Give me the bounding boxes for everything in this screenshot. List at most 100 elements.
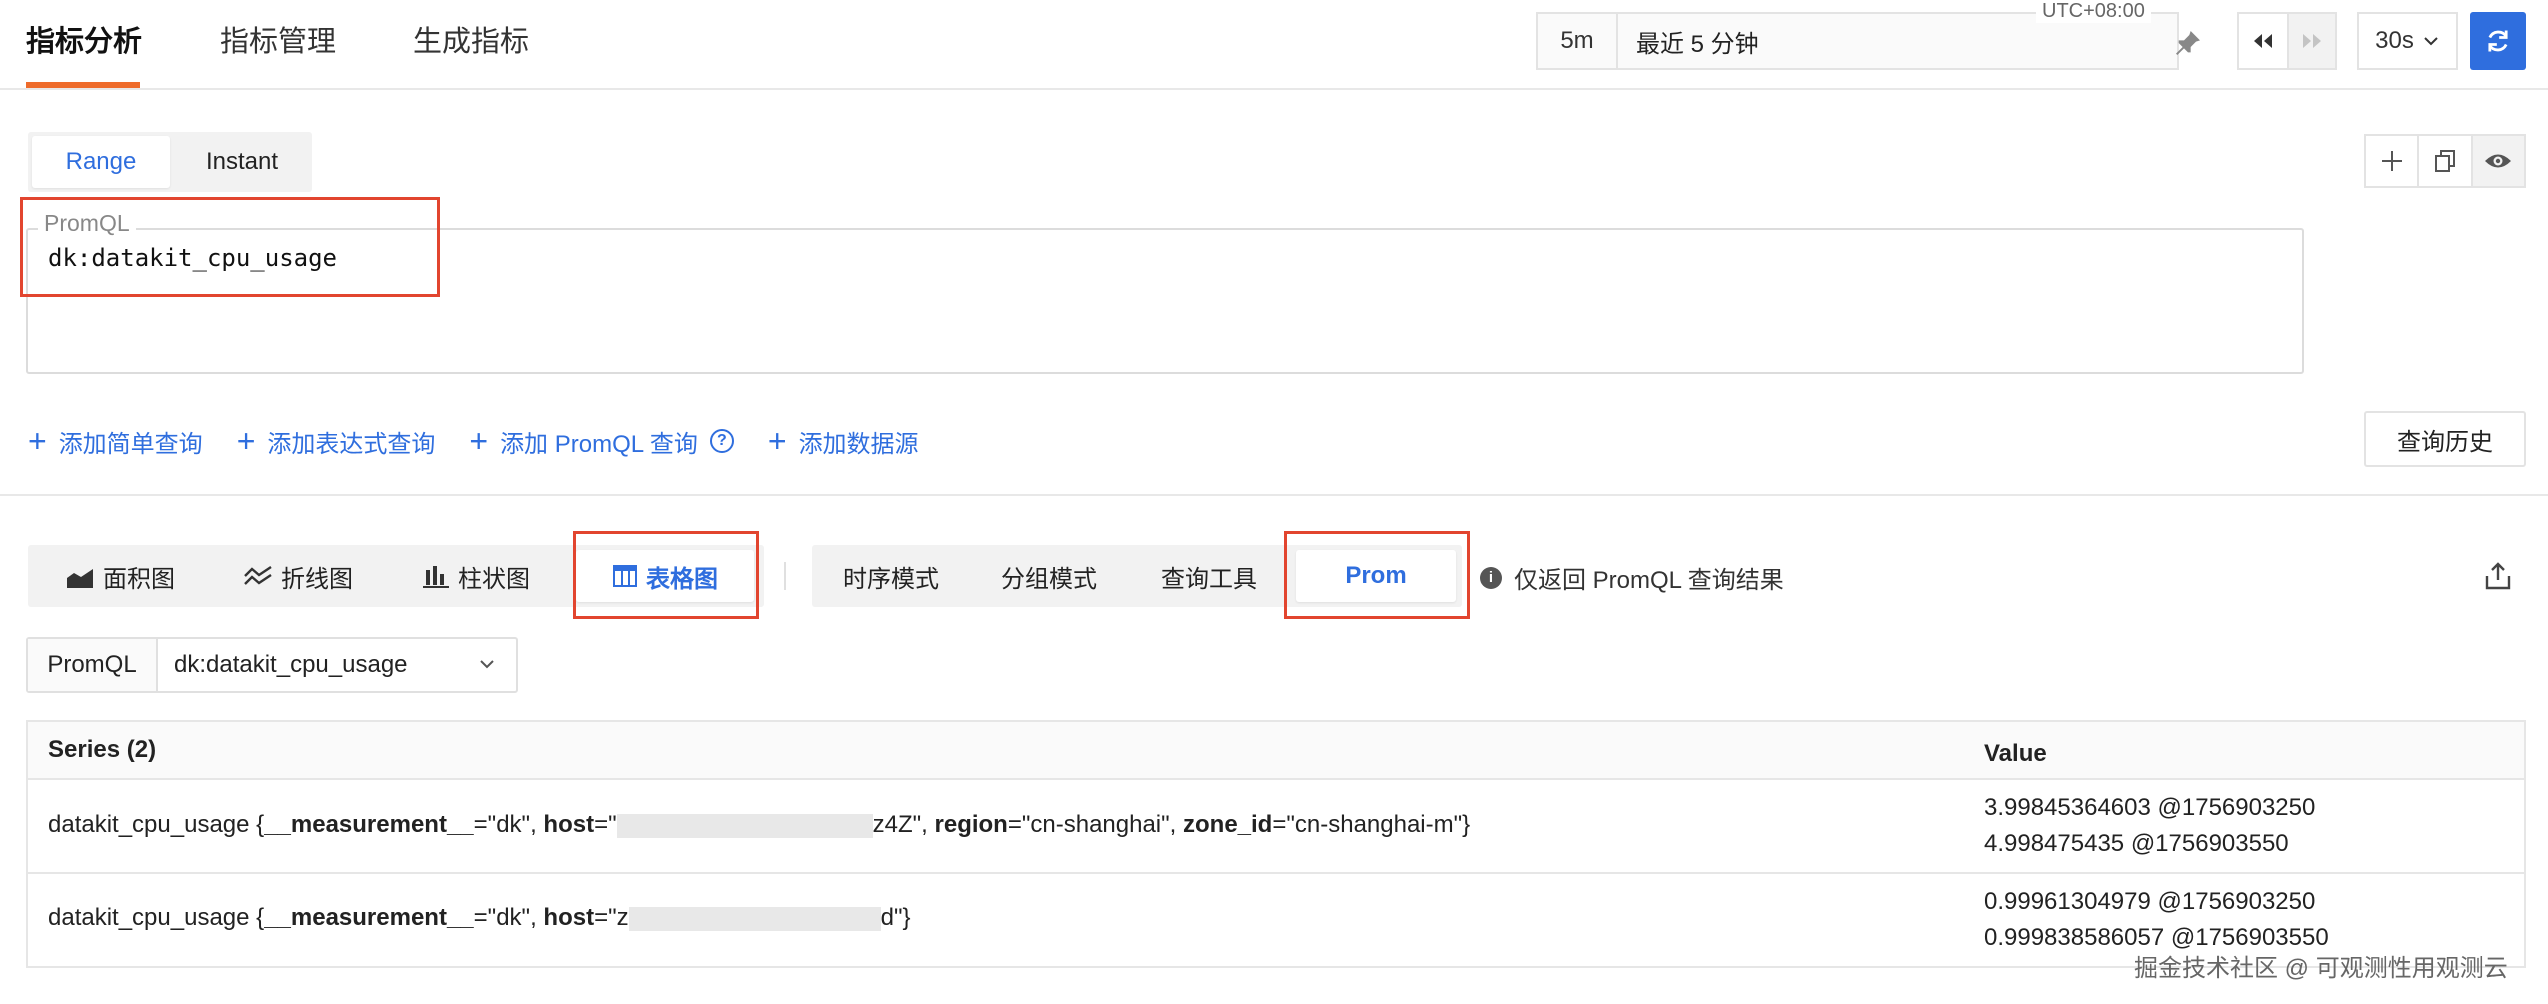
- time-range-description[interactable]: 最近 5 分钟: [1636, 14, 1759, 68]
- tab-generate-metric[interactable]: 生成指标: [413, 18, 529, 60]
- chevron-down-icon: [2424, 37, 2438, 46]
- metric-name: datakit_cpu_usage: [48, 811, 250, 838]
- query-history-button[interactable]: 查询历史: [2364, 411, 2526, 467]
- series-cell: datakit_cpu_usage {__measurement__="dk",…: [48, 904, 911, 931]
- table-row[interactable]: datakit_cpu_usage {__measurement__="dk",…: [28, 780, 2524, 874]
- refresh-icon: [2488, 30, 2508, 52]
- add-expression-query-label: 添加表达式查询: [267, 430, 436, 458]
- chart-type-line-label: 折线图: [281, 565, 353, 593]
- info-note-text: 仅返回 PromQL 查询结果: [1514, 567, 1784, 594]
- chart-type-bar-label: 柱状图: [458, 565, 530, 593]
- label-value: "cn-shanghai": [1021, 811, 1170, 838]
- label-key: __measurement__: [264, 904, 474, 931]
- table-header-row: Series (2) Value: [28, 722, 2524, 780]
- view-mode-group[interactable]: 分组模式: [974, 550, 1124, 602]
- refresh-interval-select[interactable]: 30s: [2357, 12, 2458, 70]
- add-query-button[interactable]: [2366, 136, 2420, 186]
- query-select[interactable]: PromQL dk:datakit_cpu_usage: [26, 637, 518, 693]
- query-mode-toggle: Range Instant: [28, 132, 312, 192]
- chart-type-line[interactable]: 折线图: [210, 550, 386, 602]
- fast-forward-icon: [2303, 34, 2321, 48]
- label-value: z4Z": [872, 811, 922, 838]
- label-key: host: [543, 904, 595, 931]
- add-query-links: + 添加简单查询 + 添加表达式查询 + 添加 PromQL 查询 ? + 添加…: [28, 424, 953, 458]
- query-select-prefix: PromQL: [28, 639, 158, 691]
- tab-metric-analysis[interactable]: 指标分析: [26, 18, 142, 60]
- mode-range-button[interactable]: Range: [32, 136, 170, 188]
- value-cell: 3.99845364603 @1756903250 4.998475435 @1…: [1984, 790, 2315, 862]
- help-icon[interactable]: ?: [709, 429, 734, 453]
- metric-name: datakit_cpu_usage: [48, 904, 250, 931]
- area-chart-icon: [67, 569, 93, 588]
- redacted-text: [628, 906, 881, 931]
- plus-icon: +: [28, 423, 47, 459]
- timezone-label[interactable]: UTC+08:00: [2036, 0, 2151, 23]
- time-quick-range[interactable]: 5m: [1538, 14, 1618, 68]
- mode-instant-button[interactable]: Instant: [174, 136, 310, 188]
- query-tools: [2364, 134, 2526, 188]
- highlight-box-prom: [1284, 531, 1470, 619]
- plus-icon: +: [469, 423, 489, 459]
- label-key: __measurement__: [264, 811, 474, 838]
- add-promql-query-link[interactable]: + 添加 PromQL 查询 ?: [469, 424, 734, 459]
- chart-type-area-label: 面积图: [103, 565, 175, 593]
- label-key: host: [543, 811, 595, 838]
- view-mode-timeseries[interactable]: 时序模式: [816, 550, 966, 602]
- refresh-button[interactable]: [2470, 12, 2526, 70]
- copy-icon: [2434, 150, 2455, 172]
- time-shift-controls: [2237, 12, 2337, 70]
- label-key: zone_id: [1183, 811, 1273, 838]
- info-icon: i: [1480, 566, 1502, 589]
- top-bar: 指标分析 指标管理 生成指标 5m 最近 5 分钟 UTC+08:00 30s: [0, 0, 2548, 90]
- refresh-interval-value: 30s: [2375, 27, 2414, 54]
- view-mode-query-tool[interactable]: 查询工具: [1134, 550, 1284, 602]
- line-chart-icon: [244, 566, 272, 585]
- tab-metric-management[interactable]: 指标管理: [220, 18, 336, 60]
- copy-query-button[interactable]: [2419, 136, 2473, 186]
- plus-icon: [2381, 151, 2402, 171]
- plus-icon: +: [767, 423, 787, 459]
- export-icon[interactable]: [2482, 560, 2514, 592]
- eye-icon: [2485, 154, 2512, 168]
- add-simple-query-label: 添加简单查询: [58, 430, 203, 458]
- toggle-visibility-button[interactable]: [2472, 136, 2524, 186]
- sample-value: 3.99845364603 @1756903250: [1984, 794, 2316, 821]
- watermark: 掘金技术社区 @ 可观测性用观测云: [2134, 955, 2508, 982]
- chart-type-area[interactable]: 面积图: [32, 550, 208, 602]
- info-note: i 仅返回 PromQL 查询结果: [1480, 560, 1784, 595]
- add-expression-query-link[interactable]: + 添加表达式查询: [237, 424, 436, 459]
- label-value: "dk": [487, 904, 531, 931]
- label-key: region: [934, 811, 1008, 838]
- sample-value: 4.998475435 @1756903550: [1984, 830, 2289, 857]
- query-select-value: dk:datakit_cpu_usage: [174, 651, 408, 678]
- chart-type-bar[interactable]: 柱状图: [388, 550, 564, 602]
- results-table: Series (2) Value datakit_cpu_usage {__me…: [26, 720, 2526, 968]
- add-datasource-label: 添加数据源: [798, 430, 919, 458]
- add-promql-query-label: 添加 PromQL 查询: [500, 430, 698, 458]
- label-value: "z: [608, 904, 629, 931]
- shift-back-button[interactable]: [2239, 14, 2287, 68]
- chevron-down-icon: [480, 660, 494, 669]
- pin-icon[interactable]: [2172, 27, 2204, 59]
- bar-chart-icon: [423, 566, 449, 588]
- active-tab-indicator: [26, 82, 140, 88]
- rewind-icon: [2254, 34, 2272, 48]
- label-value: "dk": [487, 811, 531, 838]
- value-cell: 0.99961304979 @1756903250 0.999838586057…: [1984, 884, 2329, 956]
- plus-icon: +: [236, 423, 256, 459]
- add-simple-query-link[interactable]: + 添加简单查询: [28, 424, 203, 459]
- add-datasource-link[interactable]: + 添加数据源: [768, 424, 919, 459]
- shift-forward-button[interactable]: [2287, 14, 2335, 68]
- sample-value: 0.99961304979 @1756903250: [1984, 888, 2316, 915]
- highlight-box-promql: [20, 197, 440, 297]
- label-value: d": [880, 904, 903, 931]
- toolbar-separator: [784, 562, 786, 590]
- redacted-text: [616, 813, 873, 838]
- section-divider: [0, 494, 2548, 496]
- series-cell: datakit_cpu_usage {__measurement__="dk",…: [48, 811, 1471, 838]
- label-value: ": [608, 811, 617, 838]
- value-column-header: Value: [1984, 740, 2047, 767]
- highlight-box-table: [573, 531, 759, 619]
- series-column-header: Series (2): [48, 736, 157, 763]
- label-value: "cn-shanghai-m": [1286, 811, 1463, 838]
